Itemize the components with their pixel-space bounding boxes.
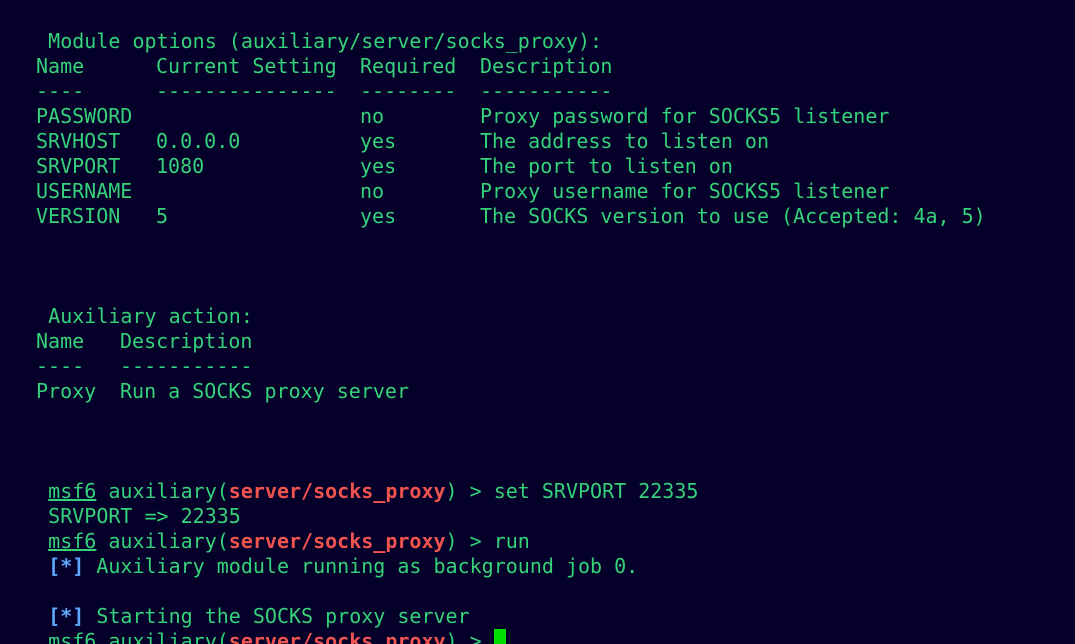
action-separator-description: -----------	[120, 354, 253, 378]
prompt-module: server/socks_proxy	[228, 629, 446, 644]
option-setting: 0.0.0.0	[156, 129, 241, 153]
command-text: set SRVPORT 22335	[493, 479, 699, 503]
prompt-end: ) >	[445, 629, 494, 644]
option-description: The port to listen on	[480, 154, 733, 178]
prompt-msf: msf6	[48, 629, 97, 644]
option-required: yes	[360, 154, 397, 178]
prompt-line: msf6 auxiliary(server/socks_proxy) > run	[0, 504, 530, 553]
option-required: no	[360, 104, 385, 128]
action-table-separator: ---- -----------	[0, 354, 1075, 379]
action-col-header-name: Name	[36, 329, 85, 353]
table-row: SRVPORT 1080 yes The port to listen on	[0, 154, 1075, 179]
separator-name: ----	[36, 79, 85, 103]
table-row: VERSION 5 yes The SOCKS version to use (…	[0, 204, 1075, 229]
option-description: Proxy username for SOCKS5 listener	[480, 179, 890, 203]
command-output: SRVPORT => 22335	[48, 504, 241, 528]
option-name: PASSWORD	[36, 104, 133, 128]
status-line: [*] Starting the SOCKS proxy server	[0, 579, 469, 628]
cursor	[493, 629, 506, 644]
separator-current-setting: ---------------	[156, 79, 337, 103]
separator-required: --------	[360, 79, 457, 103]
option-description: The address to listen on	[480, 129, 769, 153]
separator-description: -----------	[480, 79, 613, 103]
status-line: [*] Auxiliary module running as backgrou…	[0, 529, 638, 578]
option-required: yes	[360, 204, 397, 228]
option-description: The SOCKS version to use (Accepted: 4a, …	[480, 204, 986, 228]
table-row: PASSWORD no Proxy password for SOCKS5 li…	[0, 104, 1075, 129]
table-row: SRVHOST 0.0.0.0 yes The address to liste…	[0, 129, 1075, 154]
option-required: yes	[360, 129, 397, 153]
action-name: Proxy	[36, 379, 97, 403]
col-header-description: Description	[480, 54, 613, 78]
action-description: Run a SOCKS proxy server	[120, 379, 409, 403]
option-setting: 1080	[156, 154, 205, 178]
prompt-line: msf6 auxiliary(server/socks_proxy) > set…	[0, 454, 698, 503]
col-header-current-setting: Current Setting	[156, 54, 337, 78]
col-header-required: Required	[360, 54, 457, 78]
prompt-middle: auxiliary(	[96, 629, 229, 644]
status-text: Auxiliary module running as background j…	[84, 554, 639, 578]
auxiliary-action-header: Auxiliary action:	[48, 304, 253, 328]
action-table-header: Name Description	[0, 329, 1075, 354]
option-name: USERNAME	[36, 179, 133, 203]
prompt-line[interactable]: msf6 auxiliary(server/socks_proxy) >	[0, 604, 506, 644]
col-header-name: Name	[36, 54, 85, 78]
action-separator-name: ----	[36, 354, 85, 378]
option-description: Proxy password for SOCKS5 listener	[480, 104, 890, 128]
options-table-separator: ---- --------------- -------- ----------…	[0, 79, 1075, 104]
table-row: Proxy Run a SOCKS proxy server	[0, 379, 1075, 404]
action-col-header-description: Description	[120, 329, 253, 353]
table-row: USERNAME no Proxy username for SOCKS5 li…	[0, 179, 1075, 204]
option-name: VERSION	[36, 204, 121, 228]
options-table-header: Name Current Setting Required Descriptio…	[0, 54, 1075, 79]
terminal-window[interactable]: Module options (auxiliary/server/socks_p…	[0, 0, 1075, 644]
option-setting: 5	[156, 204, 169, 228]
prompt-end: ) >	[445, 479, 494, 503]
option-name: SRVPORT	[36, 154, 121, 178]
option-name: SRVHOST	[36, 129, 121, 153]
option-required: no	[360, 179, 385, 203]
status-star: [*]	[48, 554, 85, 578]
module-options-header: Module options (auxiliary/server/socks_p…	[48, 29, 603, 53]
prompt-module: server/socks_proxy	[228, 479, 446, 503]
